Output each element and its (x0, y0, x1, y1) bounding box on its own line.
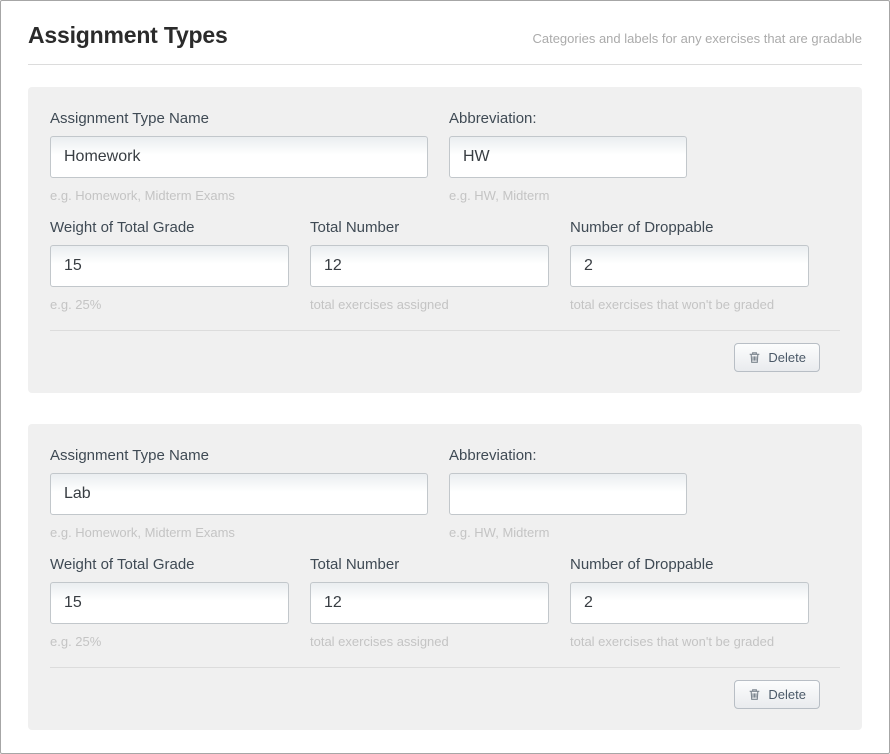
field-hint: e.g. Homework, Midterm Exams (50, 188, 428, 203)
field-label: Number of Droppable (570, 556, 809, 573)
field-hint: e.g. Homework, Midterm Exams (50, 525, 428, 540)
delete-button-label: Delete (768, 687, 806, 702)
total-number-input[interactable] (310, 582, 549, 624)
field-label: Abbreviation: (449, 110, 687, 127)
field-hint: total exercises assigned (310, 297, 549, 312)
assignment-type-card: Assignment Type Name e.g. Homework, Midt… (28, 87, 862, 393)
page-subtitle: Categories and labels for any exercises … (532, 31, 862, 46)
assignment-type-name-input[interactable] (50, 473, 428, 515)
header-divider (28, 64, 862, 65)
field-hint: total exercises that won't be graded (570, 634, 809, 649)
field-label: Total Number (310, 556, 549, 573)
trash-icon (748, 688, 761, 701)
weight-field: Weight of Total Grade e.g. 25% (50, 219, 289, 312)
abbreviation-input[interactable] (449, 473, 687, 515)
droppable-input[interactable] (570, 245, 809, 287)
card-footer: Delete (50, 668, 840, 709)
assignment-type-name-input[interactable] (50, 136, 428, 178)
name-abbr-row: Assignment Type Name e.g. Homework, Midt… (50, 447, 840, 540)
total-number-field: Total Number total exercises assigned (310, 219, 549, 312)
total-number-field: Total Number total exercises assigned (310, 556, 549, 649)
numbers-row: Weight of Total Grade e.g. 25% Total Num… (50, 556, 840, 649)
droppable-field: Number of Droppable total exercises that… (570, 556, 809, 649)
total-number-input[interactable] (310, 245, 549, 287)
abbreviation-field: Abbreviation: e.g. HW, Midterm (449, 447, 687, 540)
field-hint: e.g. HW, Midterm (449, 525, 687, 540)
field-label: Assignment Type Name (50, 110, 428, 127)
numbers-row: Weight of Total Grade e.g. 25% Total Num… (50, 219, 840, 312)
field-hint: total exercises that won't be graded (570, 297, 809, 312)
page-header: Assignment Types Categories and labels f… (28, 1, 862, 49)
assignment-type-card: Assignment Type Name e.g. Homework, Midt… (28, 424, 862, 730)
page-title: Assignment Types (28, 22, 228, 49)
droppable-field: Number of Droppable total exercises that… (570, 219, 809, 312)
field-label: Assignment Type Name (50, 447, 428, 464)
assignment-type-name-field: Assignment Type Name e.g. Homework, Midt… (50, 110, 428, 203)
field-label: Abbreviation: (449, 447, 687, 464)
droppable-input[interactable] (570, 582, 809, 624)
weight-input[interactable] (50, 582, 289, 624)
weight-field: Weight of Total Grade e.g. 25% (50, 556, 289, 649)
weight-input[interactable] (50, 245, 289, 287)
field-hint: e.g. 25% (50, 297, 289, 312)
field-label: Weight of Total Grade (50, 219, 289, 236)
field-label: Weight of Total Grade (50, 556, 289, 573)
abbreviation-input[interactable] (449, 136, 687, 178)
field-label: Total Number (310, 219, 549, 236)
assignment-types-page: Assignment Types Categories and labels f… (0, 0, 890, 754)
field-label: Number of Droppable (570, 219, 809, 236)
field-hint: e.g. 25% (50, 634, 289, 649)
field-hint: total exercises assigned (310, 634, 549, 649)
card-footer: Delete (50, 331, 840, 372)
name-abbr-row: Assignment Type Name e.g. Homework, Midt… (50, 110, 840, 203)
delete-button[interactable]: Delete (734, 343, 820, 372)
delete-button-label: Delete (768, 350, 806, 365)
delete-button[interactable]: Delete (734, 680, 820, 709)
abbreviation-field: Abbreviation: e.g. HW, Midterm (449, 110, 687, 203)
assignment-type-name-field: Assignment Type Name e.g. Homework, Midt… (50, 447, 428, 540)
trash-icon (748, 351, 761, 364)
field-hint: e.g. HW, Midterm (449, 188, 687, 203)
